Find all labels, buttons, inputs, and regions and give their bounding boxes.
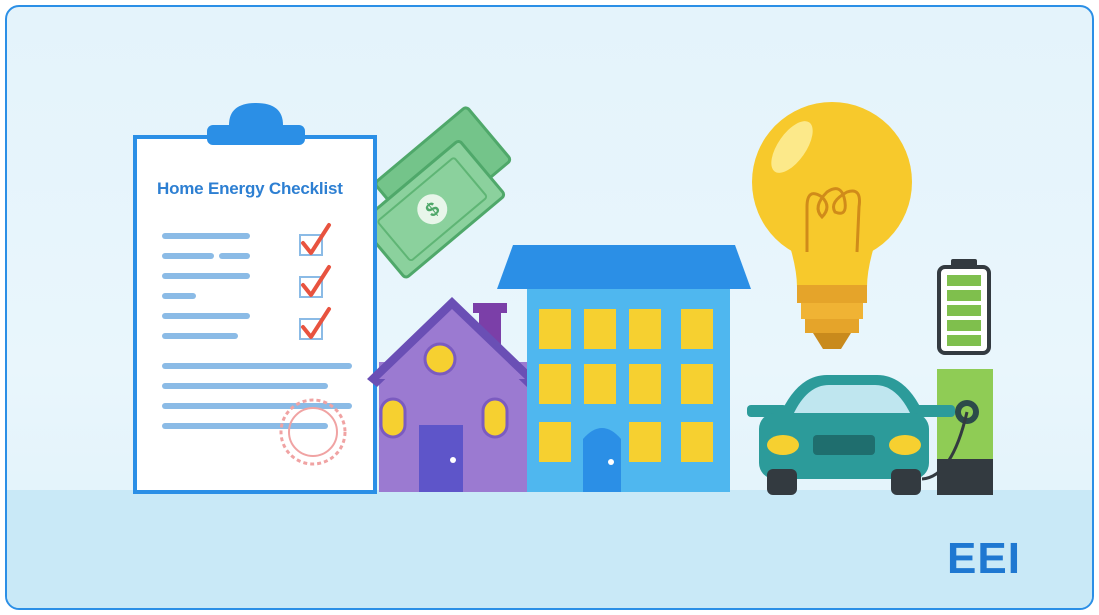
battery-icon [937, 259, 991, 355]
dollar-bill-icon: $ [359, 106, 512, 279]
light-bulb-icon [752, 102, 912, 349]
electric-car-icon [747, 375, 955, 495]
illustration-card: $ Home Energy Checklist EEI [5, 5, 1094, 610]
clipboard-icon [133, 103, 377, 494]
energy-scene: $ [133, 102, 993, 495]
eei-logo: EEI [947, 534, 1021, 583]
house-icon [367, 297, 537, 492]
ev-charger-icon [921, 369, 993, 495]
apartment-building-icon [497, 245, 751, 492]
checklist-title: Home Energy Checklist [157, 179, 343, 198]
